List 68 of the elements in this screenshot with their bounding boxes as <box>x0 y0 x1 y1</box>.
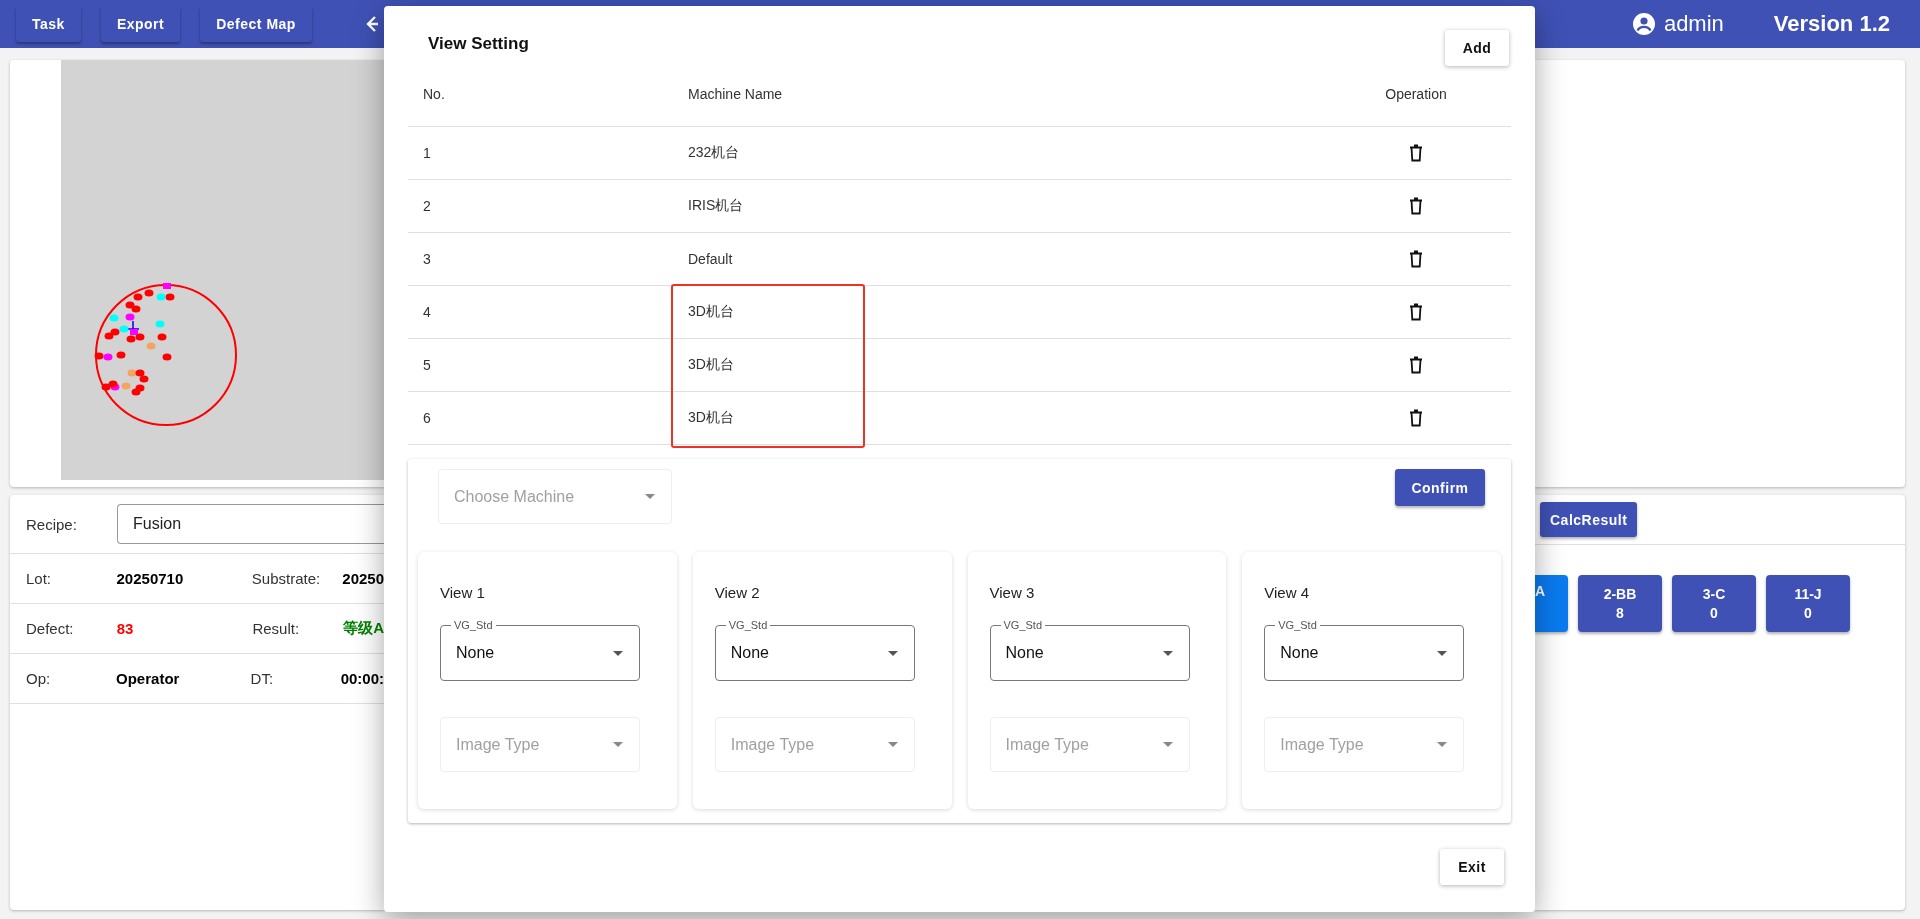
delete-icon[interactable] <box>1409 303 1423 321</box>
caret-icon <box>645 494 655 499</box>
delete-icon[interactable] <box>1409 356 1423 374</box>
grade-button[interactable]: 3-C 0 <box>1672 575 1756 632</box>
table-cell-text: 232机台 <box>688 144 741 162</box>
delete-icon[interactable] <box>1409 409 1423 427</box>
column-header: Machine Name <box>688 86 784 102</box>
caret-icon <box>1437 650 1448 656</box>
caret-icon <box>887 742 898 747</box>
field-value: 等级A <box>343 619 384 638</box>
table-cell-text: IRIS机台 <box>688 197 745 215</box>
user-name: admin <box>1663 11 1724 37</box>
confirm-button[interactable]: Confirm <box>1395 469 1485 506</box>
caret-icon <box>887 650 898 656</box>
toolbar-button[interactable]: Defect Map <box>200 6 312 42</box>
caret-icon <box>613 742 623 747</box>
field-label: Substrate: <box>251 570 322 587</box>
column-header: No. <box>422 86 446 102</box>
table-cell-text: Default <box>688 251 734 267</box>
field-value: 83 <box>116 620 135 637</box>
caret-icon <box>613 650 623 656</box>
column-header: Operation <box>1384 86 1448 102</box>
view-title: View 1 <box>440 584 486 601</box>
field-value: 20250710 <box>116 570 185 587</box>
field-label: DT: <box>250 670 275 687</box>
toolbar-button[interactable]: Task <box>16 6 81 42</box>
caret-icon <box>1162 650 1173 656</box>
select-label: VG_Std <box>1275 619 1320 631</box>
table-cell-text: 5 <box>422 357 432 373</box>
calc-result-button[interactable]: CalcResult <box>1540 502 1638 537</box>
table-cell-text: 3D机台 <box>688 356 735 374</box>
delete-icon[interactable] <box>1409 144 1423 162</box>
table-cell-text: 3 <box>422 251 432 267</box>
field-label: Op: <box>25 670 52 687</box>
view-title: View 4 <box>1264 584 1310 601</box>
account-icon <box>1631 12 1656 36</box>
grade-button[interactable]: 11-J 0 <box>1766 575 1850 632</box>
delete-icon[interactable] <box>1409 197 1423 215</box>
toolbar-button[interactable]: Export <box>100 6 181 42</box>
caret-icon <box>1437 742 1448 747</box>
table-cell-text: 3D机台 <box>688 303 735 321</box>
field-value: Operator <box>116 670 181 687</box>
add-button[interactable]: Add <box>1445 30 1509 66</box>
table-cell-text: 6 <box>422 410 432 426</box>
recipe-label: Recipe: <box>25 515 78 533</box>
table-cell-text: 3D机台 <box>688 409 735 427</box>
view-title: View 3 <box>989 584 1036 601</box>
recipe-field[interactable]: Fusion <box>117 504 384 544</box>
table-cell-text: 2 <box>422 198 432 214</box>
delete-icon[interactable] <box>1409 250 1423 268</box>
view-title: View 2 <box>714 584 761 601</box>
field-value: 20250 <box>342 570 384 587</box>
exit-button[interactable]: Exit <box>1440 849 1504 885</box>
table-cell-text: 4 <box>422 304 432 320</box>
dialog-title: View Setting <box>428 34 529 54</box>
grade-button[interactable]: A <box>1535 575 1568 632</box>
select-label: VG_Std <box>725 619 771 631</box>
back-arrow-icon[interactable] <box>365 14 378 34</box>
caret-icon <box>1162 742 1173 747</box>
grade-button[interactable]: 2-BB 8 <box>1578 575 1662 632</box>
field-label: Defect: <box>25 620 75 637</box>
select-label: VG_Std <box>1000 619 1046 631</box>
field-value: 00:00: <box>340 670 384 687</box>
field-label: Lot: <box>25 570 53 587</box>
select-label: VG_Std <box>451 619 496 631</box>
table-cell-text: 1 <box>422 145 432 161</box>
version-label: Version 1.2 <box>1773 11 1890 37</box>
field-label: Result: <box>252 620 301 637</box>
